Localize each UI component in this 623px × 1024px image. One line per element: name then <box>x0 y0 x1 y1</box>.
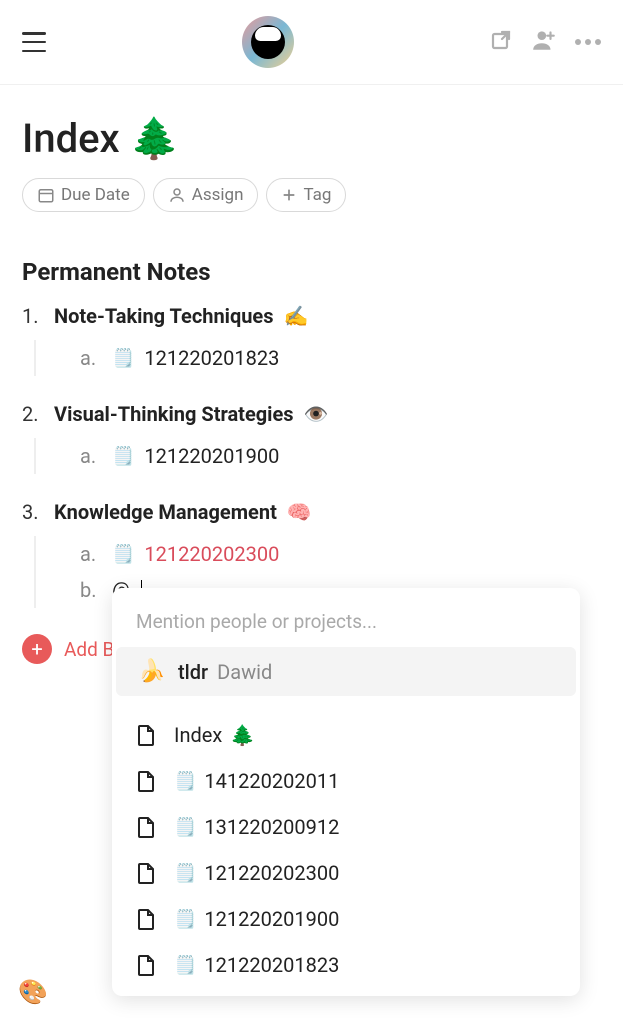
sub-letter: b. <box>80 578 102 602</box>
note-number: 2. <box>22 402 44 426</box>
popup-project-title: 121220201900 <box>204 907 339 931</box>
plus-icon: + <box>22 634 52 664</box>
note-sub-item[interactable]: a. 🗒️ 121220202300 <box>66 536 601 572</box>
popup-project-title: 121220201823 <box>204 953 339 977</box>
assign-chip[interactable]: Assign <box>153 178 259 212</box>
note-sub-list: a. 🗒️ 121220201900 <box>34 438 601 474</box>
brain-icon: 🧠 <box>287 500 312 524</box>
mention-popup: Mention people or projects... 🍌 tldr Daw… <box>112 588 580 996</box>
popup-project-item[interactable]: 🗒️ 131220200912 <box>112 804 580 850</box>
palette-icon[interactable]: 🎨 <box>18 978 48 1006</box>
notepad-icon: 🗒️ <box>112 544 134 565</box>
sub-value: 121220201900 <box>144 444 279 468</box>
note-sub-item[interactable]: a. 🗒️ 121220201900 <box>66 438 601 474</box>
sub-value: 121220201823 <box>144 346 279 370</box>
document-icon <box>134 860 158 886</box>
document-icon <box>134 768 158 794</box>
notes-list: 1. Note-Taking Techniques ✍️ a. 🗒️ 12122… <box>22 304 601 608</box>
popup-project-item[interactable]: 🗒️ 121220201823 <box>112 942 580 988</box>
eye-icon: 👁️ <box>304 402 329 426</box>
popup-project-title: 141220202011 <box>204 769 339 793</box>
add-block-label: Add B <box>64 638 114 661</box>
notepad-icon: 🗒️ <box>112 446 134 467</box>
note-sub-list: a. 🗒️ 121220201823 <box>34 340 601 376</box>
document-icon <box>134 722 158 748</box>
assign-label: Assign <box>192 185 244 205</box>
due-date-label: Due Date <box>61 185 130 205</box>
sub-letter: a. <box>80 542 102 566</box>
popup-project-title: Index <box>174 723 222 747</box>
notepad-icon: 🗒️ <box>174 771 196 792</box>
tag-chip[interactable]: Tag <box>266 178 346 212</box>
add-user-icon[interactable] <box>531 27 557 57</box>
popup-project-item[interactable]: 🗒️ 121220202300 <box>112 850 580 896</box>
popup-placeholder: Mention people or projects... <box>112 604 580 647</box>
popup-project-item[interactable]: Index 🌲 <box>112 712 580 758</box>
writing-hand-icon: ✍️ <box>284 304 309 328</box>
page-title-emoji: 🌲 <box>130 115 180 162</box>
note-label[interactable]: Knowledge Management <box>54 500 277 524</box>
tree-icon: 🌲 <box>230 723 255 747</box>
page-title: Index 🌲 <box>22 115 601 162</box>
notepad-icon: 🗒️ <box>174 909 196 930</box>
menu-icon[interactable] <box>22 32 46 52</box>
notepad-icon: 🗒️ <box>112 348 134 369</box>
due-date-chip[interactable]: Due Date <box>22 178 145 212</box>
note-item: 1. Note-Taking Techniques ✍️ a. 🗒️ 12122… <box>22 304 601 376</box>
notepad-icon: 🗒️ <box>174 817 196 838</box>
section-title: Permanent Notes <box>22 258 601 286</box>
note-label[interactable]: Visual-Thinking Strategies <box>54 402 294 426</box>
external-link-icon[interactable] <box>489 28 513 56</box>
document-icon <box>134 906 158 932</box>
note-item: 2. Visual-Thinking Strategies 👁️ a. 🗒️ 1… <box>22 402 601 474</box>
document-icon <box>134 814 158 840</box>
page-content: Index 🌲 Due Date Assign Tag Permanent No… <box>0 85 623 664</box>
more-icon[interactable] <box>575 39 601 45</box>
topbar <box>0 0 623 85</box>
sub-value-link: 121220202300 <box>144 542 279 566</box>
topbar-actions <box>489 27 601 57</box>
app-logo[interactable] <box>242 16 294 68</box>
note-sub-item[interactable]: a. 🗒️ 121220201823 <box>66 340 601 376</box>
popup-item-subtitle: Dawid <box>217 660 272 684</box>
metadata-chips: Due Date Assign Tag <box>22 178 601 212</box>
popup-project-item[interactable]: 🗒️ 121220201900 <box>112 896 580 942</box>
banana-icon: 🍌 <box>138 659 164 684</box>
note-label[interactable]: Note-Taking Techniques <box>54 304 274 328</box>
popup-project-title: 121220202300 <box>204 861 339 885</box>
document-icon <box>134 952 158 978</box>
notepad-icon: 🗒️ <box>174 955 196 976</box>
popup-project-item[interactable]: 🗒️ 141220202011 <box>112 758 580 804</box>
page-title-text: Index <box>22 115 120 162</box>
popup-item-title: tldr <box>178 660 208 684</box>
sub-letter: a. <box>80 444 102 468</box>
notepad-icon: 🗒️ <box>174 863 196 884</box>
sub-letter: a. <box>80 346 102 370</box>
note-number: 3. <box>22 500 44 524</box>
popup-project-title: 131220200912 <box>204 815 339 839</box>
tag-label: Tag <box>303 185 331 205</box>
note-number: 1. <box>22 304 44 328</box>
popup-person-item[interactable]: 🍌 tldr Dawid <box>116 647 576 696</box>
